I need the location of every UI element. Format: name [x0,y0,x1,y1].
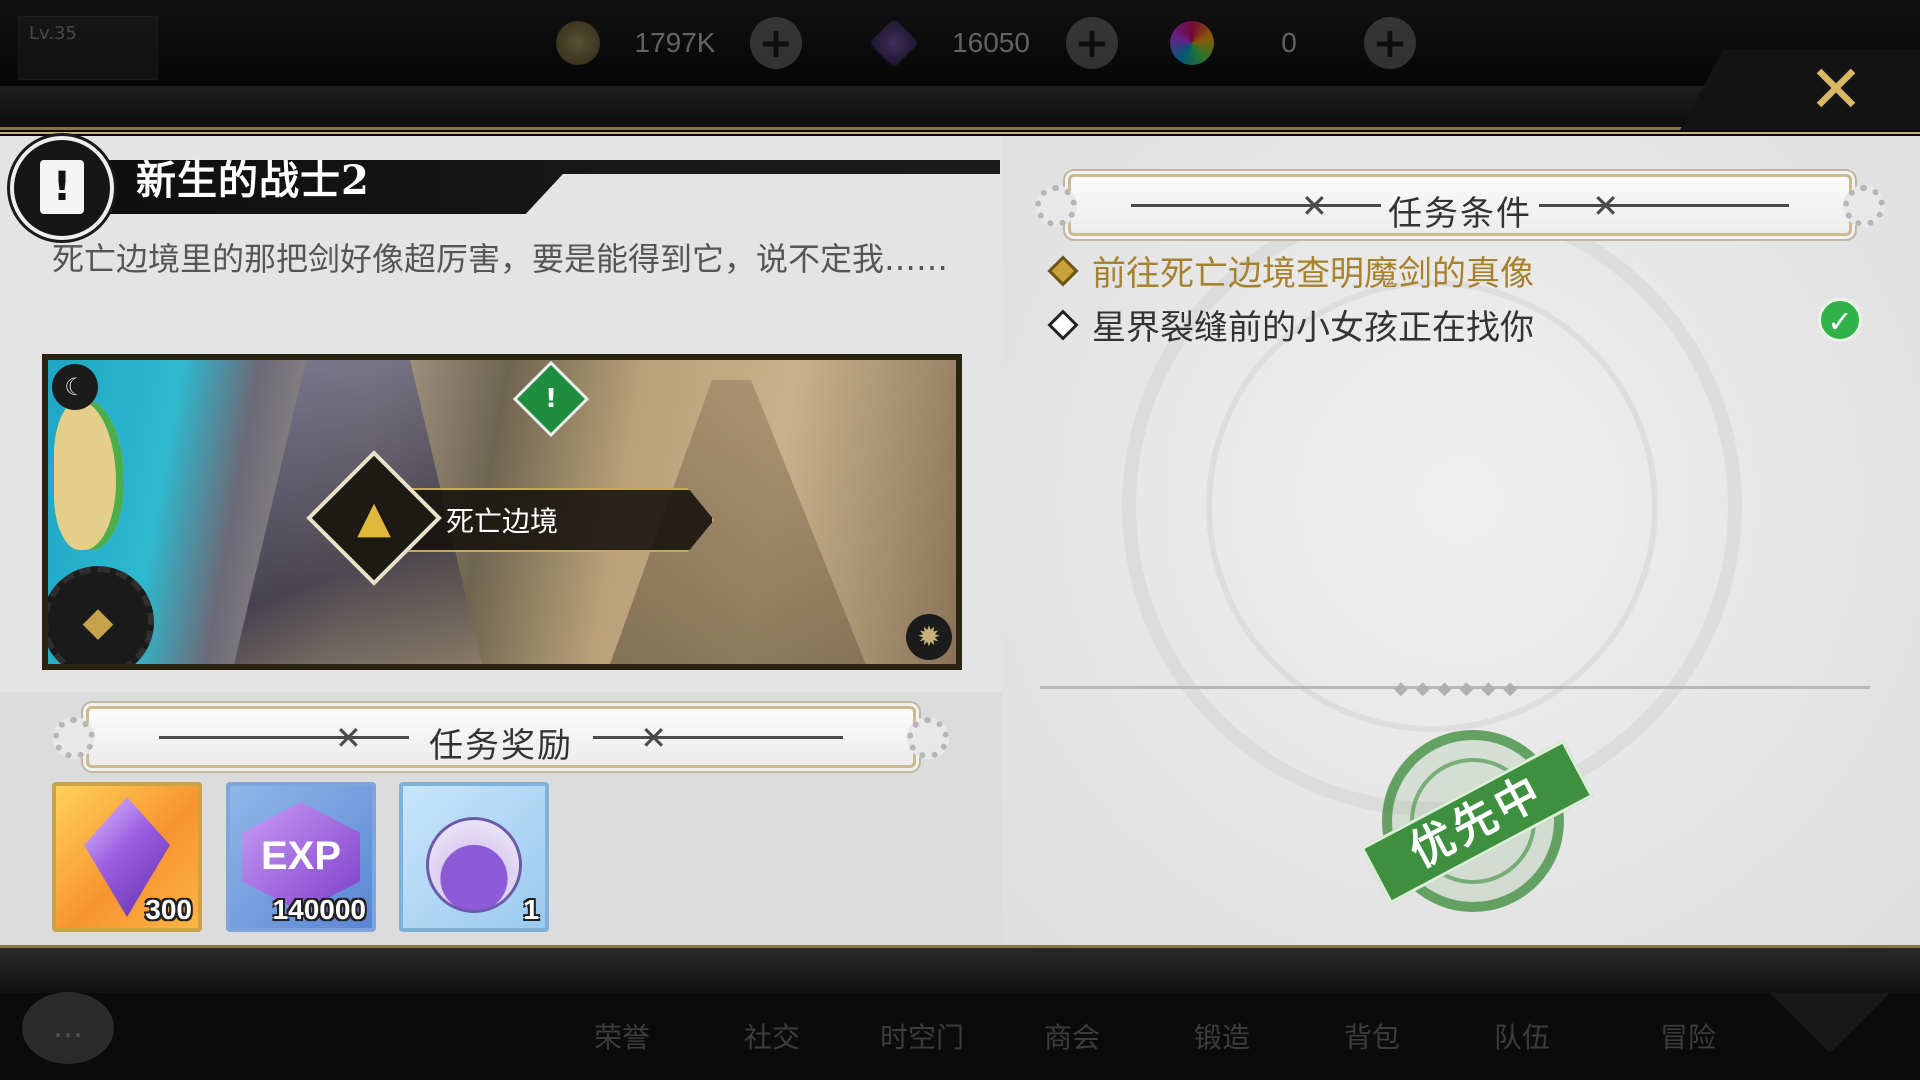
cog-ornament-icon [1843,185,1885,227]
condition-item: 星界裂缝前的小女孩正在找你 [1047,300,1534,349]
condition-text: 前往死亡边境查明魔剑的真像 [1092,254,1534,294]
nav-forge[interactable]: 锻造 [1162,1016,1282,1056]
location-name: 死亡边境 [446,505,559,538]
reward-quantity: 1 [523,894,539,925]
reward-quantity: 140000 [272,894,366,925]
condition-item: 前往死亡边境查明魔剑的真像 [1047,246,1534,295]
quest-description: 死亡边境里的那把剑好像超厉害，要是能得到它，说不定我…… [52,240,949,278]
divider-ornament: ◆◆◆◆◆◆ [1394,678,1526,699]
quest-map-preview[interactable]: ! ▲ 死亡边境 ☾ ◆ ✹ [42,354,962,670]
diamond-bullet-icon [1047,254,1079,287]
nav-adventure[interactable]: 冒险 [1628,1016,1748,1056]
conditions-header: ✕ ✕ 任务条件 [1035,174,1885,236]
reward-item[interactable]: 300 [52,782,202,932]
rainbow-orb-icon [1170,21,1214,65]
resource-orb: 0 + [1170,17,1416,69]
potion-bottle-icon [426,817,522,913]
nav-bag[interactable]: 背包 [1312,1016,1432,1056]
gold-coin-icon [556,21,600,65]
gear-crystal-icon: ◆ [48,566,154,664]
nav-team[interactable]: 队伍 [1462,1016,1582,1056]
nav-honor[interactable]: 荣誉 [562,1016,682,1056]
gem-value: 16050 [952,27,1030,58]
reward-item[interactable]: 1 [399,782,549,932]
completed-check-icon: ✓ [1818,298,1862,342]
quest-title: 新生的战士2 [136,157,370,204]
purple-gem-icon [869,18,919,68]
nav-social[interactable]: 社交 [712,1016,832,1056]
gold-value: 1797K [634,27,716,58]
orb-value: 0 [1281,27,1297,58]
add-gem-button[interactable]: + [1066,17,1118,69]
moon-icon: ☾ [52,364,98,410]
player-level-badge[interactable]: Lv.35 [18,16,158,80]
sun-icon: ✹ [906,614,952,660]
add-orb-button[interactable]: + [1364,17,1416,69]
quest-marker-icon: ! [512,360,590,438]
dialog-bottom-frame [0,945,1920,993]
close-button[interactable]: ✕ [1804,57,1868,123]
top-resource-bar: Lv.35 1797K + 16050 + 0 + [0,0,1920,86]
chat-bubble-icon[interactable]: … [22,992,114,1064]
cog-ornament-icon [907,717,949,759]
player-level: Lv.35 [29,23,77,44]
quest-scroll-icon: ! [10,136,114,240]
resource-gold: 1797K + [556,17,802,69]
map-island [54,400,124,550]
rewards-title: 任务奖励 [429,726,573,766]
reward-quantity: 300 [145,894,192,925]
close-x-icon: ✕ [1808,51,1864,128]
resource-gem: 16050 + [869,17,1118,69]
reward-item[interactable]: EXP 140000 [226,782,376,932]
add-gold-button[interactable]: + [750,17,802,69]
condition-text: 星界裂缝前的小女孩正在找你 [1092,308,1534,348]
nav-portal[interactable]: 时空门 [862,1016,982,1056]
rewards-header: ✕ ✕ 任务奖励 [53,706,949,768]
nav-guild-shop[interactable]: 商会 [1012,1016,1132,1056]
conditions-title: 任务条件 [1388,194,1532,234]
dialog-top-frame [0,86,1920,134]
diamond-bullet-icon [1047,308,1079,341]
